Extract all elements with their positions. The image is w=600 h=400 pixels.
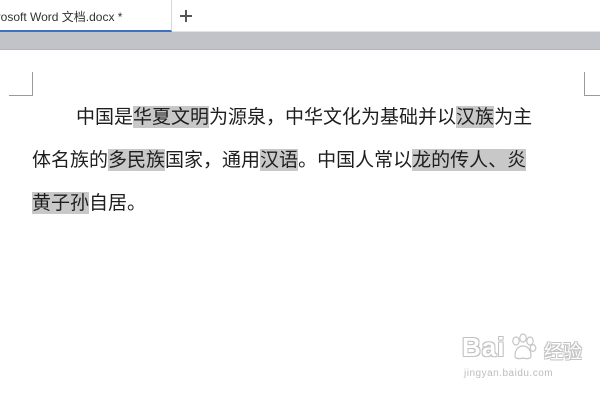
document-tab-title: Microsoft Word 文档.docx * bbox=[0, 10, 123, 24]
highlighted-text[interactable]: 多民族 bbox=[108, 149, 166, 171]
text-run[interactable]: 中国是 bbox=[76, 106, 133, 128]
text-run[interactable]: 。中国人常以 bbox=[298, 149, 412, 171]
highlighted-text[interactable]: 华夏文明 bbox=[133, 106, 210, 128]
baidu-paw-icon bbox=[512, 333, 537, 360]
new-tab-button[interactable]: + bbox=[175, 5, 197, 27]
highlighted-text[interactable]: 汉族 bbox=[456, 106, 495, 128]
document-tab[interactable]: Microsoft Word 文档.docx * bbox=[0, 0, 172, 32]
document-line[interactable]: 黄子孙自居。 bbox=[32, 182, 592, 225]
tab-bar: Microsoft Word 文档.docx * + bbox=[0, 0, 600, 32]
highlighted-text[interactable]: 黄子孙 bbox=[32, 192, 90, 214]
document-body-text[interactable]: 中国是华夏文明为源泉，中华文化为基础并以汉族为主 体名族的多民族国家，通用汉语。中… bbox=[32, 96, 592, 225]
text-run[interactable]: 为主 bbox=[494, 106, 532, 128]
text-run[interactable]: 体名族的 bbox=[32, 149, 108, 171]
watermark-product: 经验 bbox=[544, 341, 583, 363]
highlighted-text[interactable]: 汉语 bbox=[260, 149, 299, 171]
watermark-brand: Bai bbox=[462, 332, 506, 362]
highlighted-text[interactable]: 龙的传人、炎 bbox=[412, 149, 527, 171]
text-run[interactable]: 自居。 bbox=[89, 192, 146, 214]
watermark-url: jingyan.baidu.com bbox=[464, 368, 554, 379]
text-run[interactable]: 为源泉，中华文化为基础并以 bbox=[209, 106, 456, 128]
margin-corner-top-right bbox=[584, 72, 600, 96]
document-line[interactable]: 中国是华夏文明为源泉，中华文化为基础并以汉族为主 bbox=[32, 96, 592, 139]
text-run[interactable]: 国家，通用 bbox=[165, 149, 260, 171]
margin-corner-top-left bbox=[9, 72, 33, 96]
document-line[interactable]: 体名族的多民族国家，通用汉语。中国人常以龙的传人、炎 bbox=[32, 139, 592, 182]
baidu-watermark: Bai 经验 jingyan.baidu.com bbox=[462, 330, 592, 386]
ruler-band bbox=[0, 32, 600, 50]
